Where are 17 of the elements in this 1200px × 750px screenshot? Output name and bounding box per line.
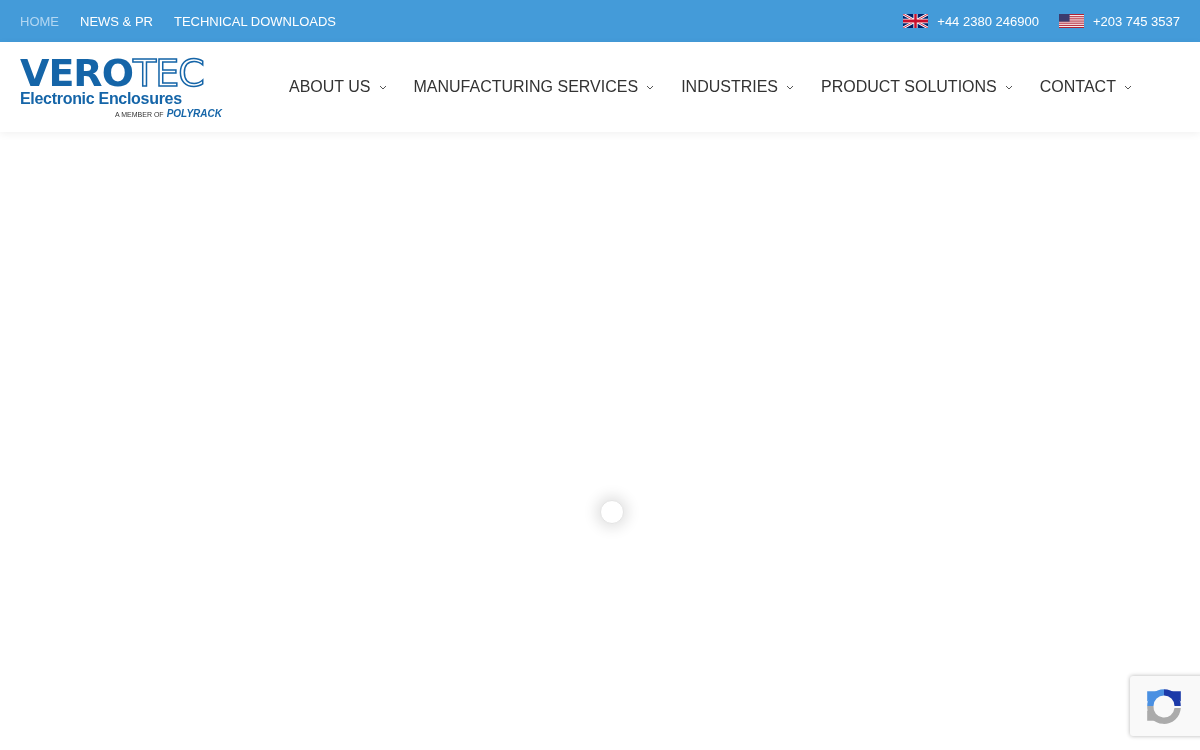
flag-icon: [903, 14, 929, 28]
logo-wordmark: VERO: [20, 55, 133, 90]
caret-icon: [1004, 84, 1013, 90]
nav-item[interactable]: MANUFACTURING SERVICES: [413, 78, 655, 96]
caret-icon: [646, 84, 655, 90]
recaptcha-badge[interactable]: [1130, 676, 1200, 736]
caret-icon: [1123, 84, 1132, 90]
caret-icon: [786, 84, 795, 90]
logo-tagline: Electronic Enclosures: [20, 89, 183, 108]
nav-item[interactable]: PRODUCT SOLUTIONS: [821, 78, 1013, 96]
flag-icon: [1058, 14, 1084, 28]
nav-item[interactable]: ABOUT US: [289, 78, 387, 96]
brand-wordmark: POLYRACK: [166, 107, 222, 119]
nav-item[interactable]: CONTACT: [1039, 78, 1132, 96]
nav-item[interactable]: INDUSTRIES: [681, 78, 795, 96]
caret-icon: [378, 84, 387, 90]
logo-wordmark: TEC: [132, 55, 204, 90]
